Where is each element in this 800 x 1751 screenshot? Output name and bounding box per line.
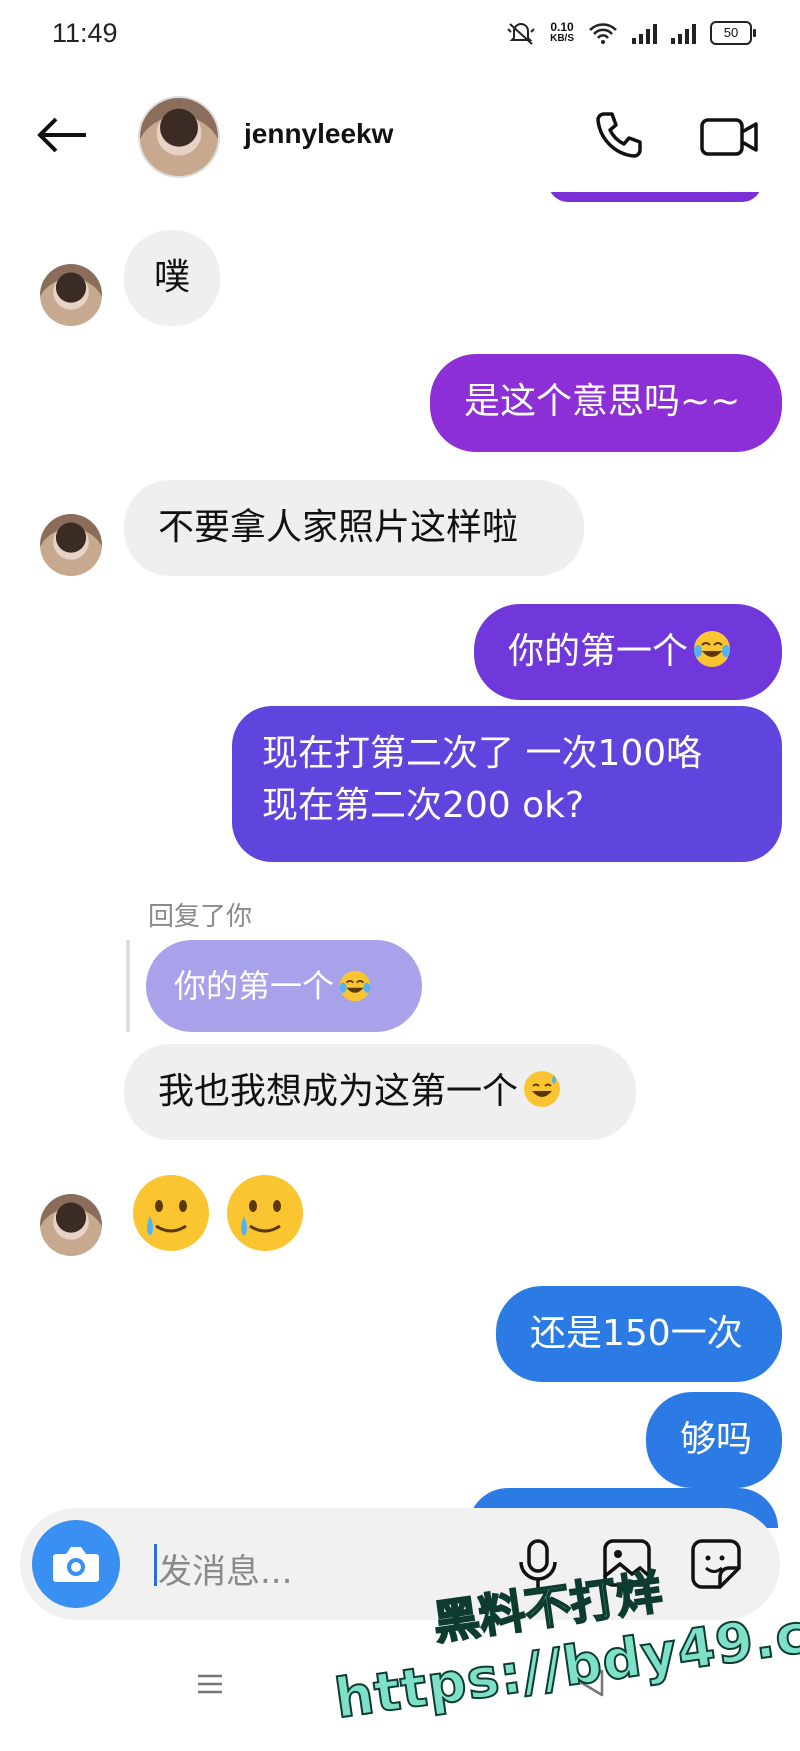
text-cursor	[154, 1544, 157, 1586]
laughing-tears-emoji-icon	[339, 970, 371, 1002]
message-composer: 发消息...	[20, 1508, 780, 1620]
status-time: 11:49	[52, 18, 118, 48]
avatar	[40, 1194, 102, 1256]
status-icons: 0.10 KB/S 50	[506, 20, 756, 46]
laughing-tears-emoji-icon	[694, 631, 731, 667]
message-outgoing[interactable]: 够吗	[646, 1392, 782, 1488]
message-incoming[interactable]: 噗	[124, 230, 220, 326]
camera-icon	[53, 1547, 99, 1582]
mute-bell-icon	[507, 23, 535, 45]
phone-icon[interactable]	[590, 108, 646, 164]
chat-username[interactable]: jennyleekw	[244, 118, 393, 150]
avatar	[40, 264, 102, 326]
net-speed-unit: KB/S	[550, 33, 574, 44]
smiling-tear-emoji-icon[interactable]	[224, 1172, 306, 1254]
wifi-icon	[589, 23, 617, 44]
camera-button[interactable]	[32, 1520, 120, 1608]
net-speed-value: 0.10	[550, 20, 574, 34]
signal-icon-2	[671, 22, 696, 44]
reply-quote-bubble[interactable]: 你的第一个	[146, 940, 422, 1032]
microphone-icon[interactable]	[516, 1538, 560, 1592]
menu-icon[interactable]	[196, 1672, 224, 1696]
message-outgoing[interactable]: 还是150一次	[496, 1286, 782, 1382]
avatar[interactable]	[138, 96, 220, 178]
battery-icon: 50	[710, 21, 756, 45]
reply-quote-text: 你的第一个	[174, 967, 335, 1005]
reply-divider	[126, 940, 130, 1032]
message-text: 我也我想成为这第一个	[158, 1071, 519, 1112]
sticker-icon[interactable]	[690, 1538, 742, 1590]
nav-back-icon[interactable]	[578, 1668, 606, 1698]
message-outgoing[interactable]: 你的第一个	[474, 604, 782, 700]
avatar	[40, 514, 102, 576]
message-input[interactable]: 发消息...	[158, 1544, 292, 1593]
message-incoming[interactable]: 不要拿人家照片这样啦	[124, 480, 584, 576]
back-arrow-icon[interactable]	[36, 116, 88, 154]
message-incoming[interactable]: 我也我想成为这第一个	[124, 1044, 636, 1140]
message-line: 现在第二次200 ok?	[262, 785, 585, 826]
message-line: 现在打第二次了 一次100咯	[262, 733, 703, 774]
chat-header: jennyleekw	[0, 80, 800, 190]
gallery-icon[interactable]	[602, 1538, 652, 1588]
message-outgoing[interactable]: 是这个意思吗~~	[430, 354, 782, 452]
status-bar: 11:49 0.10 KB/S 50	[0, 0, 800, 70]
message-text: 你的第一个	[508, 631, 689, 672]
net-speed: 0.10 KB/S	[550, 21, 574, 45]
message-outgoing-multiline[interactable]: 现在打第二次了 一次100咯 现在第二次200 ok?	[232, 706, 782, 862]
video-camera-icon[interactable]	[698, 108, 762, 164]
smiling-tear-emoji-icon[interactable]	[130, 1172, 212, 1254]
grinning-sweat-emoji-icon	[524, 1071, 561, 1107]
signal-icon	[632, 22, 657, 44]
reply-label: 回复了你	[148, 902, 253, 932]
